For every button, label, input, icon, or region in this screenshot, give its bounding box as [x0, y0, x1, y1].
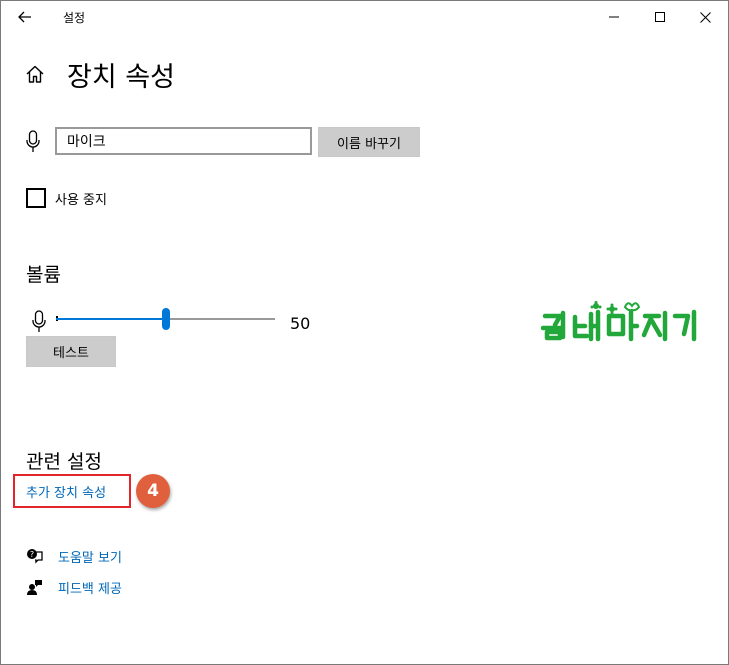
- slider-track-fill: [56, 318, 166, 320]
- svg-text:?: ?: [30, 550, 34, 559]
- page-title: 장치 속성: [67, 62, 175, 93]
- step-badge: 4: [136, 474, 170, 508]
- related-settings-heading: 관련 설정: [26, 451, 102, 473]
- settings-window: 설정 장치 속성 이름 바꾸기 사용 중지: [0, 0, 729, 665]
- feedback-icon: [27, 580, 42, 595]
- maximize-button[interactable]: [637, 1, 683, 33]
- close-button[interactable]: [682, 1, 728, 33]
- slider-track-empty: [166, 318, 275, 320]
- volume-value: 50: [290, 314, 311, 333]
- close-icon: [699, 11, 711, 23]
- device-name-input[interactable]: [55, 127, 312, 155]
- help-link[interactable]: ? 도움말 보기: [26, 546, 122, 566]
- volume-slider[interactable]: [56, 308, 275, 332]
- minimize-icon: [609, 16, 619, 18]
- disable-checkbox[interactable]: [26, 188, 46, 208]
- feedback-link-label: 피드백 제공: [58, 581, 122, 597]
- test-button[interactable]: 테스트: [26, 336, 116, 367]
- app-title: 설정: [63, 11, 86, 25]
- back-arrow-icon: [18, 11, 31, 23]
- help-link-label: 도움말 보기: [58, 550, 122, 566]
- home-icon: [26, 65, 44, 83]
- minimize-button[interactable]: [591, 1, 637, 33]
- rename-button[interactable]: 이름 바꾸기: [318, 127, 420, 157]
- volume-heading: 볼륨: [26, 264, 61, 286]
- home-button[interactable]: [25, 64, 47, 86]
- help-chat-icon: ?: [27, 549, 43, 564]
- watermark-logo: [540, 301, 706, 346]
- slider-thumb[interactable]: [162, 308, 170, 330]
- volume-microphone-icon: [32, 310, 46, 338]
- feedback-link[interactable]: 피드백 제공: [26, 577, 122, 597]
- maximize-icon: [655, 12, 665, 22]
- title-bar: 설정: [1, 1, 728, 33]
- microphone-icon: [26, 130, 40, 158]
- back-button[interactable]: [1, 1, 49, 33]
- disable-checkbox-label: 사용 중지: [55, 193, 107, 208]
- additional-device-properties-link[interactable]: 추가 장치 속성: [26, 482, 106, 501]
